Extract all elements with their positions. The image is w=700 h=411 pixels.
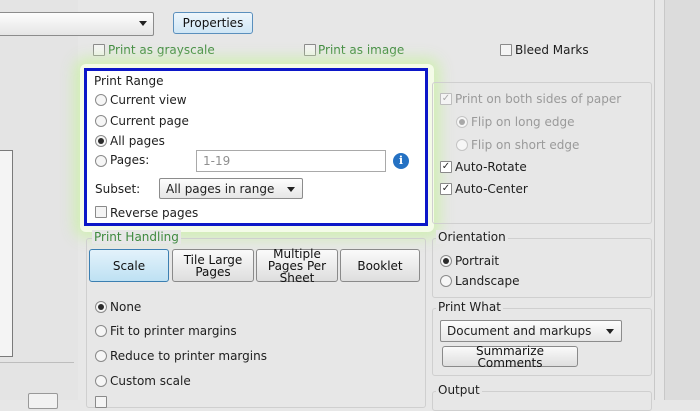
fit-margins-label: Fit to printer margins xyxy=(110,324,237,338)
orientation-group xyxy=(432,238,652,298)
divider xyxy=(654,0,655,400)
print-grayscale-checkbox[interactable] xyxy=(93,44,105,56)
subset-label: Subset: xyxy=(95,182,141,196)
print-what-value: Document and markups xyxy=(447,324,592,338)
auto-center-checkbox[interactable]: ✓ xyxy=(440,183,452,195)
print-both-sides-checkbox[interactable]: ✓ xyxy=(440,93,452,105)
print-what-select[interactable]: Document and markups xyxy=(440,320,622,342)
chevron-down-icon xyxy=(287,187,295,192)
reduce-margins-radio[interactable] xyxy=(95,350,107,362)
print-range-title: Print Range xyxy=(94,74,164,88)
pages-radio[interactable] xyxy=(95,155,107,167)
current-page-radio[interactable] xyxy=(95,115,107,127)
scale-none-label: None xyxy=(110,300,142,314)
reverse-pages-checkbox[interactable] xyxy=(95,206,107,218)
print-handling-title: Print Handling xyxy=(92,230,181,244)
print-grayscale-label: Print as grayscale xyxy=(108,43,215,57)
flip-short-label: Flip on short edge xyxy=(471,138,580,152)
scale-none-radio[interactable] xyxy=(95,301,107,313)
current-view-radio[interactable] xyxy=(95,94,107,106)
landscape-radio[interactable] xyxy=(440,275,452,287)
tab-booklet[interactable]: Booklet xyxy=(340,249,420,282)
auto-rotate-checkbox[interactable]: ✓ xyxy=(440,161,452,173)
auto-rotate-label: Auto-Rotate xyxy=(455,160,527,174)
info-icon[interactable]: i xyxy=(393,153,409,169)
chevron-down-icon xyxy=(606,329,614,334)
summarize-comments-button[interactable]: Summarize Comments xyxy=(442,345,578,369)
flip-long-label: Flip on long edge xyxy=(471,115,575,129)
current-view-label: Current view xyxy=(110,93,187,107)
current-page-label: Current page xyxy=(110,114,189,128)
tab-tile-large-pages[interactable]: Tile Large Pages xyxy=(172,249,254,282)
print-image-label: Print as image xyxy=(318,43,405,57)
all-pages-radio[interactable] xyxy=(95,135,107,147)
all-pages-label: All pages xyxy=(110,134,165,148)
option-checkbox[interactable] xyxy=(95,396,107,408)
portrait-radio[interactable] xyxy=(440,255,452,267)
reverse-pages-label: Reverse pages xyxy=(110,206,199,220)
chevron-down-icon xyxy=(139,21,147,26)
subset-value: All pages in range xyxy=(166,181,275,196)
printer-select[interactable] xyxy=(0,12,154,36)
preview-nav-button[interactable] xyxy=(28,393,58,409)
properties-button[interactable]: Properties xyxy=(173,12,253,34)
pages-label: Pages: xyxy=(110,153,150,167)
divider xyxy=(0,362,74,363)
page-preview xyxy=(0,150,13,357)
pages-input[interactable]: 1-19 xyxy=(196,150,386,172)
flip-long-radio[interactable] xyxy=(456,116,468,128)
print-what-title: Print What xyxy=(436,300,503,314)
fit-margins-radio[interactable] xyxy=(95,325,107,337)
portrait-label: Portrait xyxy=(455,254,500,268)
bleed-marks-checkbox[interactable] xyxy=(500,44,512,56)
print-image-checkbox[interactable] xyxy=(304,44,316,56)
orientation-title: Orientation xyxy=(436,230,508,244)
bleed-marks-label: Bleed Marks xyxy=(515,43,589,57)
custom-scale-label: Custom scale xyxy=(110,374,191,388)
tab-multiple-pages[interactable]: Multiple Pages Per Sheet xyxy=(256,248,338,284)
output-title: Output xyxy=(436,383,482,397)
custom-scale-radio[interactable] xyxy=(95,375,107,387)
landscape-label: Landscape xyxy=(455,274,520,288)
print-both-sides-label: Print on both sides of paper xyxy=(455,92,622,106)
reduce-margins-label: Reduce to printer margins xyxy=(110,349,267,363)
flip-short-radio[interactable] xyxy=(456,139,468,151)
auto-center-label: Auto-Center xyxy=(455,182,528,196)
subset-select[interactable]: All pages in range xyxy=(159,178,303,199)
tab-scale[interactable]: Scale xyxy=(89,249,169,282)
scrollbar[interactable] xyxy=(664,0,700,400)
